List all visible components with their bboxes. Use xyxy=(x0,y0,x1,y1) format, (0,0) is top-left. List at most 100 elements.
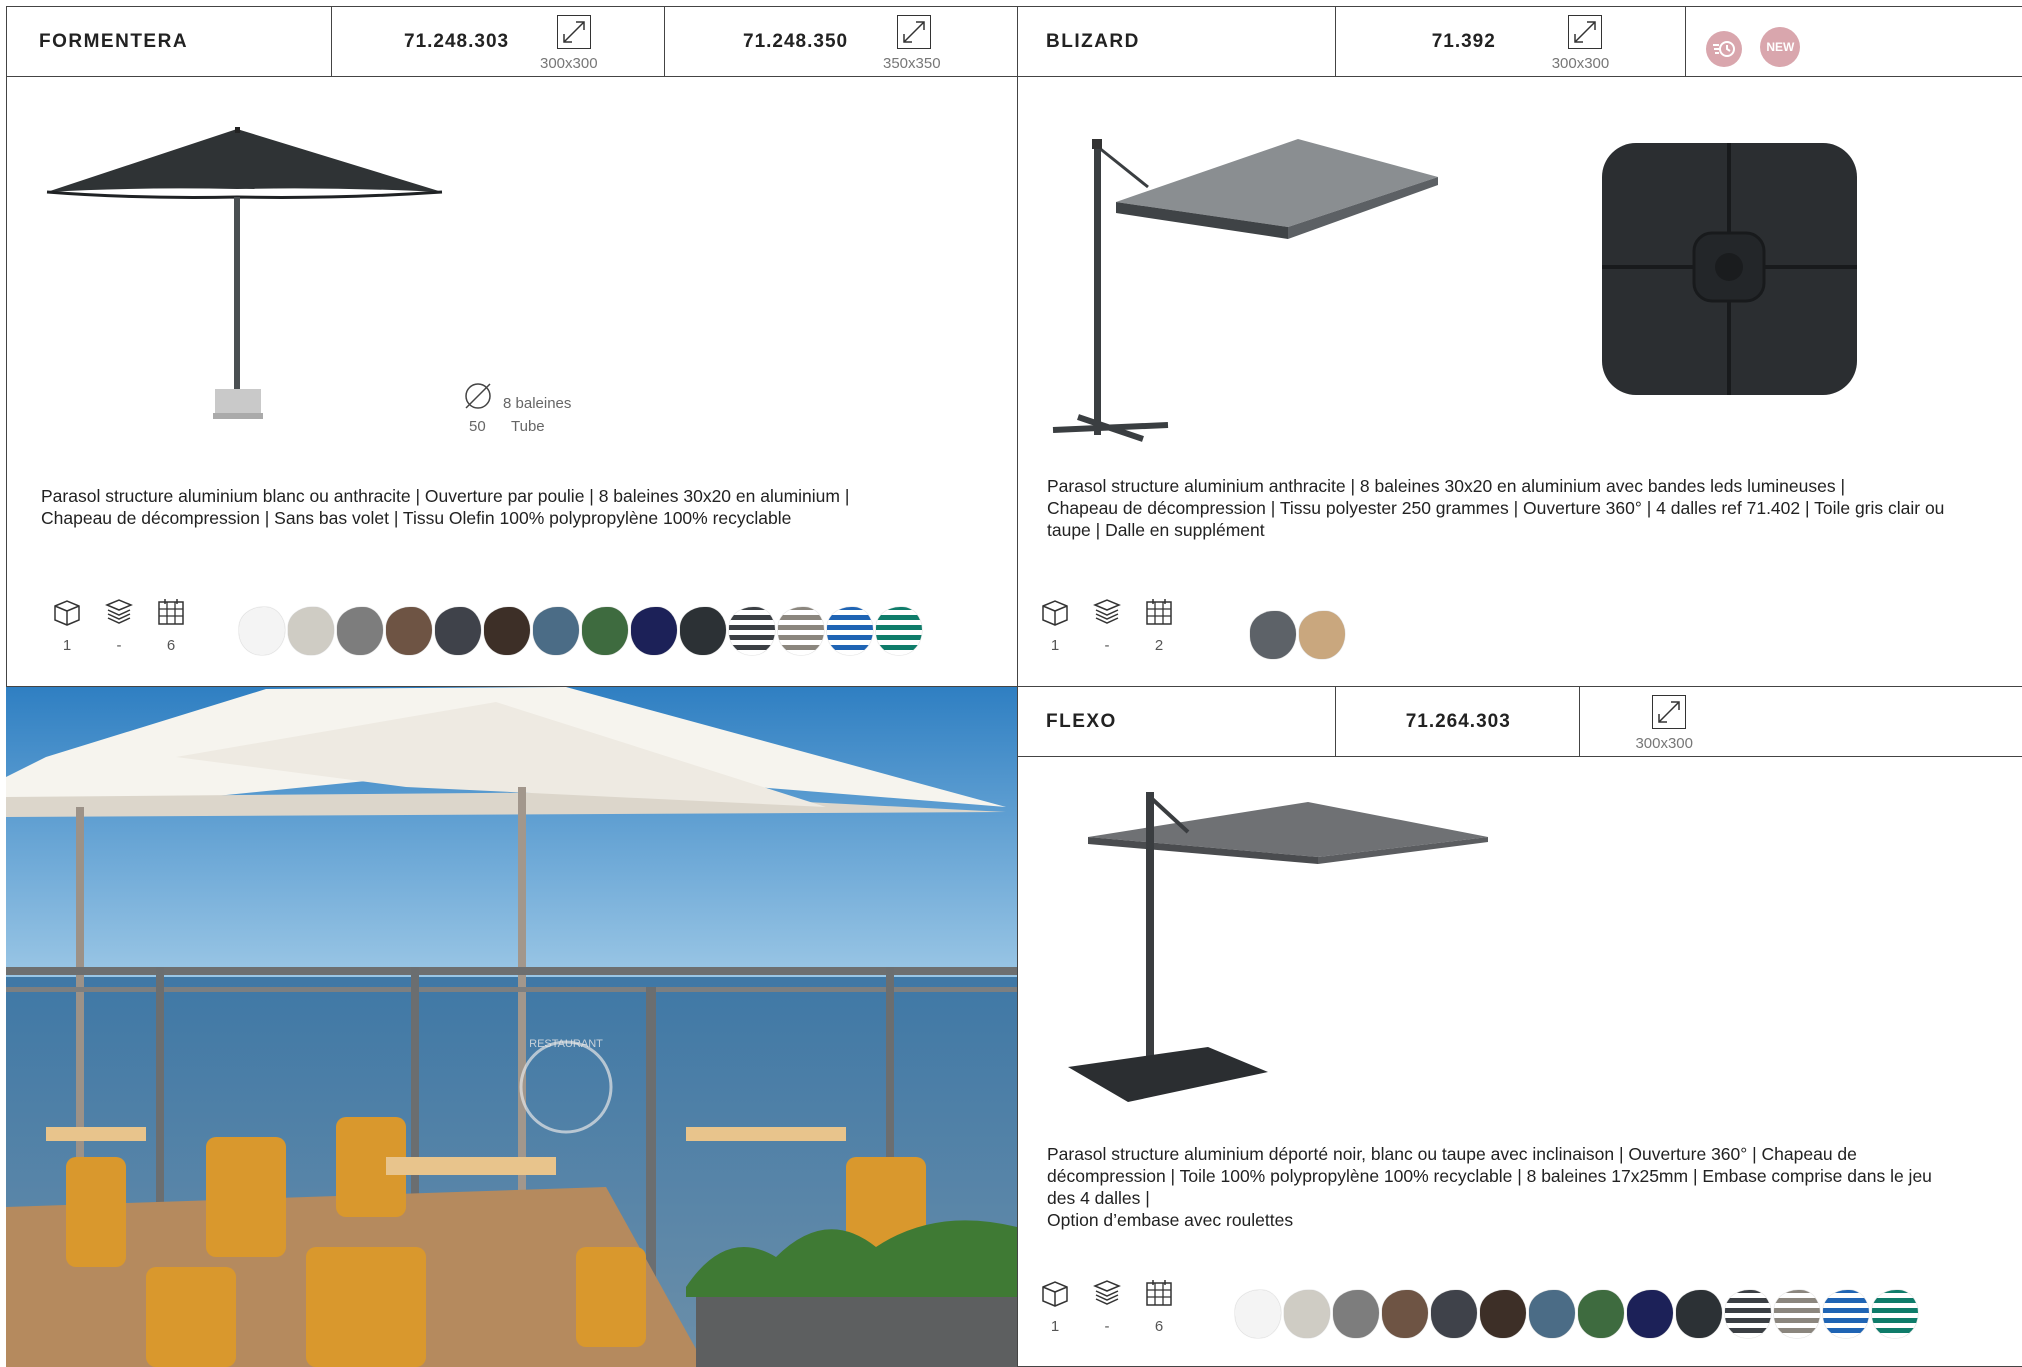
color-swatch xyxy=(778,607,824,655)
pallet-info: 6 xyxy=(151,597,191,654)
color-swatch xyxy=(680,607,726,655)
color-swatch xyxy=(876,607,922,655)
color-swatch xyxy=(1578,1290,1624,1338)
cantilever-umbrella-image xyxy=(1052,139,1438,442)
color-swatch xyxy=(1676,1290,1722,1338)
stack-count: - xyxy=(116,637,122,654)
pallet-icon xyxy=(1146,1280,1172,1306)
pallet-info: 6 xyxy=(1139,1278,1179,1335)
ref-cell: 71.248.350 350x350 xyxy=(665,7,1017,76)
pallet-info: 2 xyxy=(1139,597,1179,654)
dimension-icon xyxy=(897,15,931,49)
stack-count: - xyxy=(1104,1318,1110,1335)
base-tiles-image xyxy=(1602,143,1857,395)
glass-panel-text: RESTAURANT xyxy=(529,1038,603,1050)
stack-icon xyxy=(1093,599,1121,624)
color-swatch xyxy=(386,607,432,655)
umbrella-image xyxy=(46,127,443,419)
product-name-cell: FLEXO xyxy=(1018,687,1336,756)
formentera-header: FORMENTERA 71.248.303 300x300 71.248.350… xyxy=(7,7,1017,77)
blizard-panel: BLIZARD 71.392 300x300 NEW Parasol struc… xyxy=(1017,6,2022,687)
color-swatch xyxy=(1774,1290,1820,1338)
carton-count: 1 xyxy=(1050,637,1060,654)
stack-icon xyxy=(1093,1280,1121,1305)
stack-info: - xyxy=(99,597,139,654)
description-line: Parasol structure aluminium déporté noir… xyxy=(1047,1144,1857,1164)
product-name-cell: BLIZARD xyxy=(1018,7,1336,76)
color-swatch xyxy=(1431,1290,1477,1338)
ref-size: 300x300 xyxy=(540,55,598,72)
ribs-count: 8 baleines xyxy=(503,395,572,412)
ref-cell: 71.248.303 300x300 xyxy=(332,7,665,76)
flexo-header: FLEXO 71.264.303 300x300 xyxy=(1018,687,2022,757)
ref-code: 71.248.303 xyxy=(404,31,510,52)
product-description: Parasol structure aluminium anthracite |… xyxy=(1047,475,1944,541)
color-swatch xyxy=(1823,1290,1869,1338)
box-icon xyxy=(54,600,80,626)
blizard-header: BLIZARD 71.392 300x300 NEW xyxy=(1018,7,2022,77)
badge-cell: NEW xyxy=(1686,7,2022,76)
carton-info: 1 xyxy=(47,597,87,654)
terrace-photo-image: RESTAURANT xyxy=(6,687,1017,1367)
product-description: Parasol structure aluminium blanc ou ant… xyxy=(41,485,849,529)
color-swatch xyxy=(435,607,481,655)
color-swatch xyxy=(1284,1290,1330,1338)
new-badge: NEW xyxy=(1760,27,1801,67)
description-line: Option d’embase avec roulettes xyxy=(1047,1210,1294,1230)
color-swatch xyxy=(1382,1290,1428,1338)
color-swatches xyxy=(1235,1290,1918,1338)
ref-cell: 71.264.303 xyxy=(1336,687,1581,756)
product-name: BLIZARD xyxy=(1046,31,1140,52)
pallet-count: 6 xyxy=(1154,1318,1164,1335)
color-swatch xyxy=(1627,1290,1673,1338)
carton-count: 1 xyxy=(1050,1318,1060,1335)
color-swatch xyxy=(1529,1290,1575,1338)
color-swatch xyxy=(1333,1290,1379,1338)
formentera-panel: FORMENTERA 71.248.303 300x300 71.248.350… xyxy=(6,6,1017,687)
color-swatch xyxy=(288,607,334,655)
size-cell: 300x300 xyxy=(1580,687,2022,756)
color-swatch xyxy=(1235,1290,1281,1338)
product-description: Parasol structure aluminium déporté noir… xyxy=(1047,1143,1932,1231)
product-name-cell: FORMENTERA xyxy=(7,7,332,76)
color-swatches xyxy=(239,607,922,655)
description-line: décompression | Toile 100% polypropylène… xyxy=(1047,1166,1932,1186)
color-swatch xyxy=(1872,1290,1918,1338)
carton-info: 1 xyxy=(1035,597,1075,654)
color-swatch xyxy=(239,607,285,655)
description-line: Chapeau de décompression | Sans bas vole… xyxy=(41,508,792,528)
tube-diameter: 50 xyxy=(469,418,486,435)
ref-size: 300x300 xyxy=(1551,55,1610,72)
flexo-umbrella-image xyxy=(1068,792,1488,1102)
color-swatch xyxy=(337,607,383,655)
color-swatches xyxy=(1250,611,1345,659)
ref-cell: 71.392 300x300 xyxy=(1336,7,1687,76)
description-line: Parasol structure aluminium anthracite |… xyxy=(1047,476,1845,496)
packaging-info: 1 - 6 xyxy=(1035,1278,1179,1335)
stack-info: - xyxy=(1087,597,1127,654)
color-swatch xyxy=(582,607,628,655)
color-swatch xyxy=(1480,1290,1526,1338)
color-swatch xyxy=(729,607,775,655)
product-name: FORMENTERA xyxy=(39,31,189,52)
color-swatch xyxy=(484,607,530,655)
description-line: taupe | Dalle en supplément xyxy=(1047,520,1265,540)
dimension-icon xyxy=(557,15,591,49)
carton-count: 1 xyxy=(62,637,72,654)
clock-icon xyxy=(1706,31,1743,67)
color-swatch xyxy=(827,607,873,655)
color-swatch xyxy=(631,607,677,655)
diameter-icon xyxy=(465,383,491,409)
color-swatch xyxy=(533,607,579,655)
box-icon xyxy=(1042,600,1068,626)
description-line: Parasol structure aluminium blanc ou ant… xyxy=(41,486,850,506)
product-name: FLEXO xyxy=(1046,711,1117,732)
carton-info: 1 xyxy=(1035,1278,1075,1335)
pallet-count: 6 xyxy=(166,637,176,654)
pallet-icon xyxy=(1146,599,1172,625)
ref-size: 350x350 xyxy=(883,55,941,72)
dimension-icon xyxy=(1567,15,1602,49)
pallet-count: 2 xyxy=(1154,637,1164,654)
ref-code: 71.264.303 xyxy=(1405,711,1511,732)
box-icon xyxy=(1042,1281,1068,1307)
